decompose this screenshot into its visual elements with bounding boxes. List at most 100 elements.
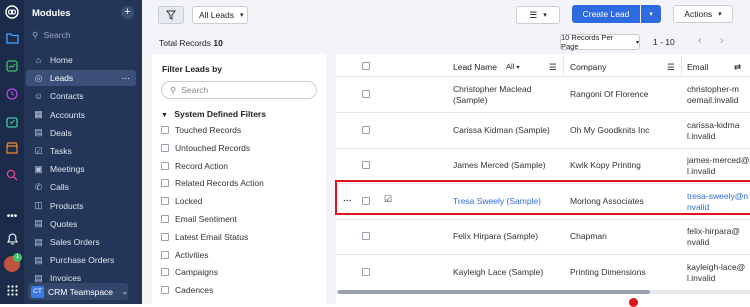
sidebar-item-quotes[interactable]: ▤ Quotes (26, 216, 136, 232)
sidebar-item-accounts[interactable]: ▦ Accounts (26, 107, 136, 123)
filter-checkbox[interactable] (161, 268, 169, 277)
lead-name-link[interactable]: Kayleigh Lace (Sample) (453, 267, 543, 278)
column-menu-icon[interactable]: ☰ (667, 62, 675, 73)
list-view-button[interactable]: ☰ ▾ (516, 6, 560, 24)
filter-option[interactable]: Activities (161, 250, 209, 260)
filter-checkbox[interactable] (161, 143, 169, 152)
filter-checkbox[interactable] (161, 161, 169, 170)
toolbar: All Leads ▾ ☰ ▾ Create Lead ▾ Actions ▾ (142, 0, 750, 32)
modules-icon[interactable] (5, 31, 19, 45)
filter-search-input[interactable]: ⚲ Search (161, 81, 317, 99)
sidebar-item-deals[interactable]: ▤ Deals (26, 125, 136, 141)
system-filters-section[interactable]: ▼ System Defined Filters (161, 109, 266, 119)
create-lead-dropdown[interactable]: ▾ (641, 5, 661, 23)
lead-name-link[interactable]: James Merced (Sample) (453, 160, 546, 171)
email-cell[interactable]: carissa-kidma l.invalid (687, 120, 750, 142)
more-apps-icon[interactable]: ••• (5, 209, 19, 223)
sidebar-item-leads[interactable]: ◎ Leads ⋯ (26, 70, 136, 87)
lead-name-link[interactable]: Carissa Kidman (Sample) (453, 125, 550, 136)
row-checkbox[interactable] (362, 125, 370, 134)
sidebar-item-sales-orders[interactable]: ▤ Sales Orders (26, 234, 136, 250)
email-cell[interactable]: kayleigh-lace@ l.invalid (687, 262, 750, 284)
col-email[interactable]: Email (687, 62, 708, 72)
filter-checkbox[interactable] (161, 215, 169, 223)
horizontal-scrollbar[interactable] (336, 290, 750, 294)
create-lead-button[interactable]: Create Lead (572, 5, 640, 23)
filter-option[interactable]: Latest Email Status (161, 232, 248, 242)
sidebar-item-home[interactable]: ⌂ Home (26, 52, 136, 68)
email-cell[interactable]: tresa-sweely@n nvalid (687, 191, 750, 213)
filter-option[interactable]: Record Action (161, 161, 228, 171)
filter-option[interactable]: Untouched Records (161, 143, 250, 153)
filter-checkbox[interactable] (161, 179, 169, 188)
email-cell[interactable]: james-merced@ l.invalid (687, 155, 750, 177)
next-page-icon[interactable]: › (720, 35, 724, 47)
sidebar-item-calls[interactable]: ✆ Calls (26, 179, 136, 195)
sidebar-item-products[interactable]: ◫ Products (26, 198, 136, 214)
company-cell: Chapman (570, 231, 607, 241)
column-menu-icon[interactable]: ☰ (549, 62, 557, 73)
row-checkbox[interactable] (362, 232, 370, 240)
home-icon: ⌂ (35, 55, 42, 65)
sales-orders-icon: ▤ (34, 236, 43, 247)
filter-option[interactable]: Campaigns (161, 267, 218, 277)
filter-toggle-button[interactable] (158, 6, 184, 24)
table-row[interactable]: James Merced (Sample) Kwik Kopy Printing j… (336, 148, 750, 184)
filter-option[interactable]: Locked (161, 196, 202, 206)
prev-page-icon[interactable]: ‹ (698, 35, 702, 47)
table-row[interactable]: ⋯ ☑ Tresa Sweely (Sample) Morlong Associate… (336, 184, 750, 220)
lead-name-link[interactable]: Felix Hirpara (Sample) (453, 231, 538, 242)
sidebar-item-meetings[interactable]: ▣ Meetings (26, 161, 136, 177)
more-options-icon[interactable]: ⋯ (122, 73, 131, 84)
zoho-logo-icon[interactable] (5, 5, 19, 19)
sidebar-item-purchase-orders[interactable]: ▤ Purchase Orders (26, 252, 136, 268)
select-all-checkbox[interactable] (362, 62, 370, 70)
row-more-icon[interactable]: ⋯ (343, 195, 352, 206)
view-selector[interactable]: All Leads ▾ (192, 6, 248, 24)
filter-label: Activities (175, 249, 209, 260)
table-row[interactable]: Kayleigh Lace (Sample) Printing Dimension… (336, 255, 750, 291)
records-per-page-select[interactable]: 10 Records Per Page ▾ (560, 33, 640, 51)
filter-option[interactable]: Cadences (161, 285, 213, 295)
record-action-icon[interactable]: ☑ (384, 194, 392, 205)
app-grid-icon[interactable] (5, 283, 19, 297)
filter-checkbox[interactable] (161, 286, 169, 295)
store-icon[interactable] (5, 141, 19, 155)
filter-checkbox[interactable] (161, 126, 169, 134)
bell-icon[interactable] (5, 232, 19, 246)
row-checkbox[interactable] (362, 196, 370, 205)
lead-name-link[interactable]: Tresa Sweely (Sample) (453, 196, 541, 207)
email-cell[interactable]: felix-hirpara@ nvalid (687, 226, 750, 248)
table-row[interactable]: Christopher Maclead (Sample) Rangoni Of Fl… (336, 77, 750, 113)
filter-option[interactable]: Touched Records (161, 125, 241, 135)
sidebar-search[interactable]: ⚲ Search (32, 30, 71, 41)
filter-option[interactable]: Email Sentiment (161, 214, 237, 224)
filter-checkbox[interactable] (161, 197, 169, 206)
row-checkbox[interactable] (362, 90, 370, 98)
lead-name-filter[interactable]: All ▾ (506, 62, 519, 71)
scrollbar-thumb[interactable] (338, 290, 650, 294)
filter-checkbox[interactable] (161, 232, 169, 241)
activities-icon[interactable] (5, 87, 19, 101)
sidebar-item-tasks[interactable]: ☑ Tasks (26, 143, 136, 159)
calls-icon: ✆ (34, 181, 43, 192)
add-module-button[interactable]: + (121, 6, 134, 19)
filter-checkbox[interactable] (161, 250, 169, 259)
search-records-icon[interactable] (5, 168, 19, 182)
filter-option[interactable]: Related Records Action (161, 178, 264, 188)
column-settings-icon[interactable]: ⇄ (734, 62, 741, 73)
actions-button[interactable]: Actions ▾ (673, 5, 733, 23)
sidebar-item-contacts[interactable]: ☺ Contacts (26, 88, 136, 104)
row-checkbox[interactable] (362, 161, 370, 169)
marketplace-icon[interactable] (5, 115, 19, 129)
col-company[interactable]: Company (570, 62, 606, 72)
row-checkbox[interactable] (362, 267, 370, 276)
page-range: 1 - 10 (653, 37, 675, 47)
table-row[interactable]: Felix Hirpara (Sample) Chapman felix-hirpa… (336, 219, 750, 255)
table-row[interactable]: Carissa Kidman (Sample) Oh My Goodknits I… (336, 113, 750, 149)
teamspace-switcher[interactable]: CT CRM Teamspace ⌄ (28, 283, 128, 300)
email-cell[interactable]: christopher-m oemail.invalid (687, 84, 750, 106)
col-lead-name[interactable]: Lead Name (453, 62, 497, 72)
analytics-icon[interactable] (5, 59, 19, 73)
lead-name-link[interactable]: Christopher Maclead (Sample) (453, 84, 531, 106)
